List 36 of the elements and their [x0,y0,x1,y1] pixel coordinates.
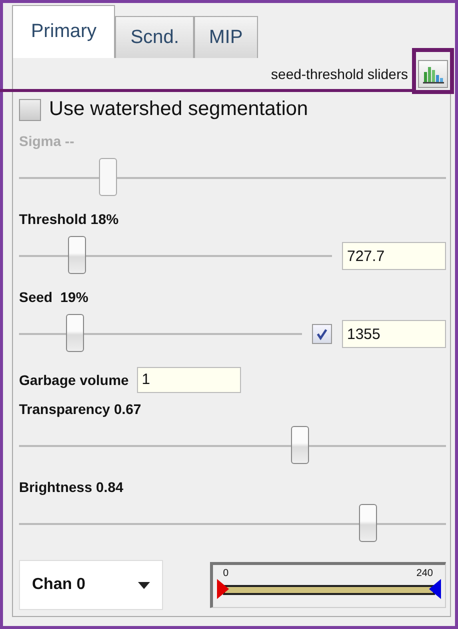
slider[interactable] [19,236,332,276]
checkbox[interactable] [19,98,41,120]
slider[interactable] [19,504,446,544]
caret-icon [138,582,150,588]
checkbox-label: Use watershed segmentation [49,98,308,121]
channel-dropdown[interactable]: Chan 0 [19,560,163,610]
slider-label: Seed 19% [19,289,90,305]
highlight-box [412,48,454,94]
slider-thumb[interactable] [359,504,378,542]
tab[interactable]: Scnd. [115,16,194,58]
slider-label: Threshold 18% [19,211,120,227]
left-handle-icon[interactable] [217,579,229,599]
slider-thumb[interactable] [68,236,86,274]
checkbox[interactable] [312,324,332,344]
tab[interactable]: MIP [194,16,258,58]
input-field[interactable]: 1 [136,367,241,393]
range-min: 0 [223,568,229,579]
slider-thumb[interactable] [66,314,84,352]
slider[interactable] [19,158,446,198]
slider[interactable] [19,426,446,466]
input-field[interactable]: 1355 [342,320,446,348]
slider-label: Brightness 0.84 [19,479,124,495]
slider-label: Sigma -- [19,133,76,149]
check-icon [315,327,329,341]
slider-label: Transparency 0.67 [19,401,142,417]
tab[interactable]: Primary [12,5,116,58]
section-label: seed-threshold sliders [271,66,408,82]
histogram-button[interactable] [418,60,448,88]
range-bar[interactable]: 0 240 [210,562,446,608]
input-field[interactable]: 727.7 [342,242,446,270]
slider-thumb[interactable] [290,426,309,464]
field-label: Garbage volume [19,372,129,388]
bar-chart-icon [422,64,444,84]
range-max: 240 [416,568,433,579]
right-handle-icon[interactable] [429,579,441,599]
slider[interactable] [19,314,302,354]
